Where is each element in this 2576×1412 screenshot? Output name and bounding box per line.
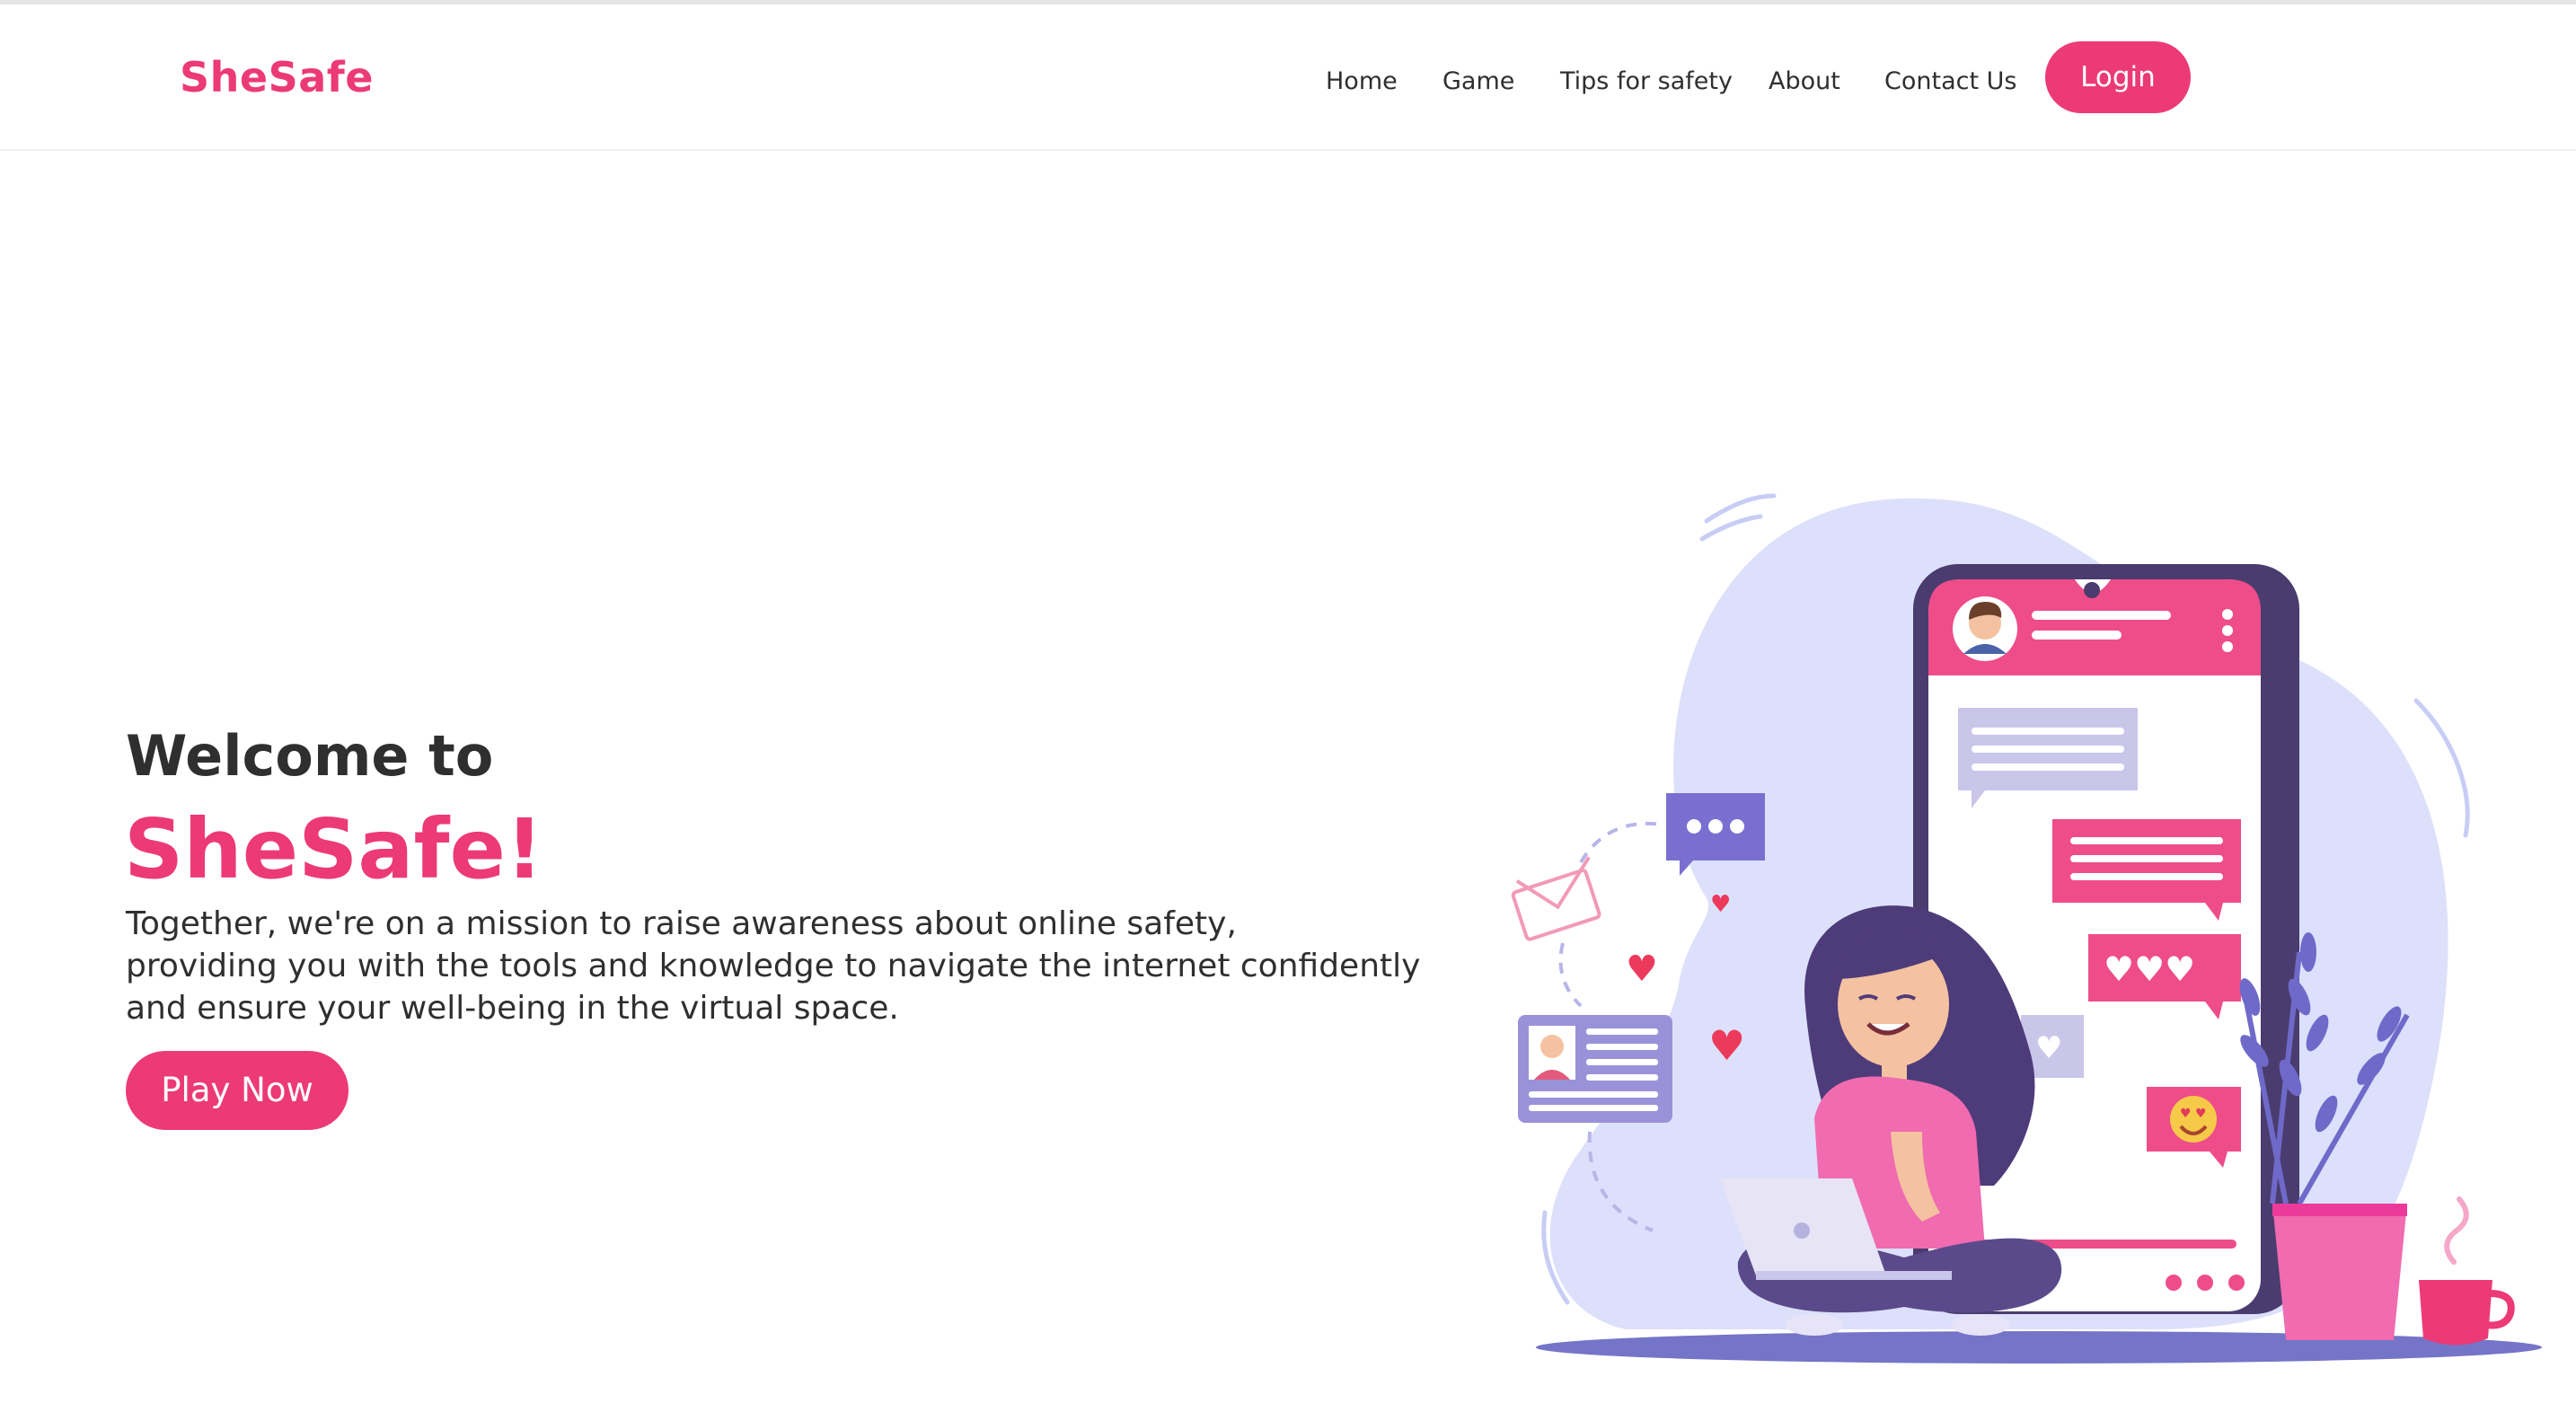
profile-card-icon	[1518, 1015, 1672, 1123]
hero-illustration: ♥♥♥ ♥ ♥ ♥ ♥ ♥ ♥	[1511, 493, 2542, 1363]
hero-brand-heading: SheSafe!	[124, 801, 543, 897]
heart-icon: ♥	[1708, 1021, 1745, 1070]
nav-link-about[interactable]: About	[1769, 67, 1840, 95]
svg-text:♥♥♥: ♥♥♥	[2104, 949, 2195, 989]
nav-link-tips-for-safety[interactable]: Tips for safety	[1560, 67, 1733, 95]
coffee-cup-icon	[2419, 1196, 2515, 1346]
hero-description-line-2: providing you with the tools and knowled…	[126, 948, 1421, 984]
hero-welcome-heading: Welcome to	[126, 723, 494, 789]
heart-icon: ♥	[1710, 891, 1731, 918]
svg-text:♥ ♥: ♥ ♥	[2180, 1107, 2207, 1121]
login-button[interactable]: Login	[2045, 41, 2191, 113]
brand-logo[interactable]: SheSafe	[180, 53, 374, 101]
nav-link-home[interactable]: Home	[1326, 67, 1398, 95]
navbar: SheSafe Home Game Tips for safety About …	[0, 4, 2576, 151]
nav-link-game[interactable]: Game	[1442, 67, 1514, 95]
mail-icon	[1511, 856, 1601, 941]
hero-description-line-1: Together, we're on a mission to raise aw…	[126, 905, 1237, 942]
heart-icon: ♥	[1626, 949, 1658, 990]
svg-text:♥: ♥	[2035, 1030, 2062, 1066]
play-now-button[interactable]: Play Now	[126, 1051, 348, 1130]
nav-link-contact-us[interactable]: Contact Us	[1884, 67, 2016, 95]
hero-description-line-3: and ensure your well-being in the virtua…	[126, 990, 899, 1027]
